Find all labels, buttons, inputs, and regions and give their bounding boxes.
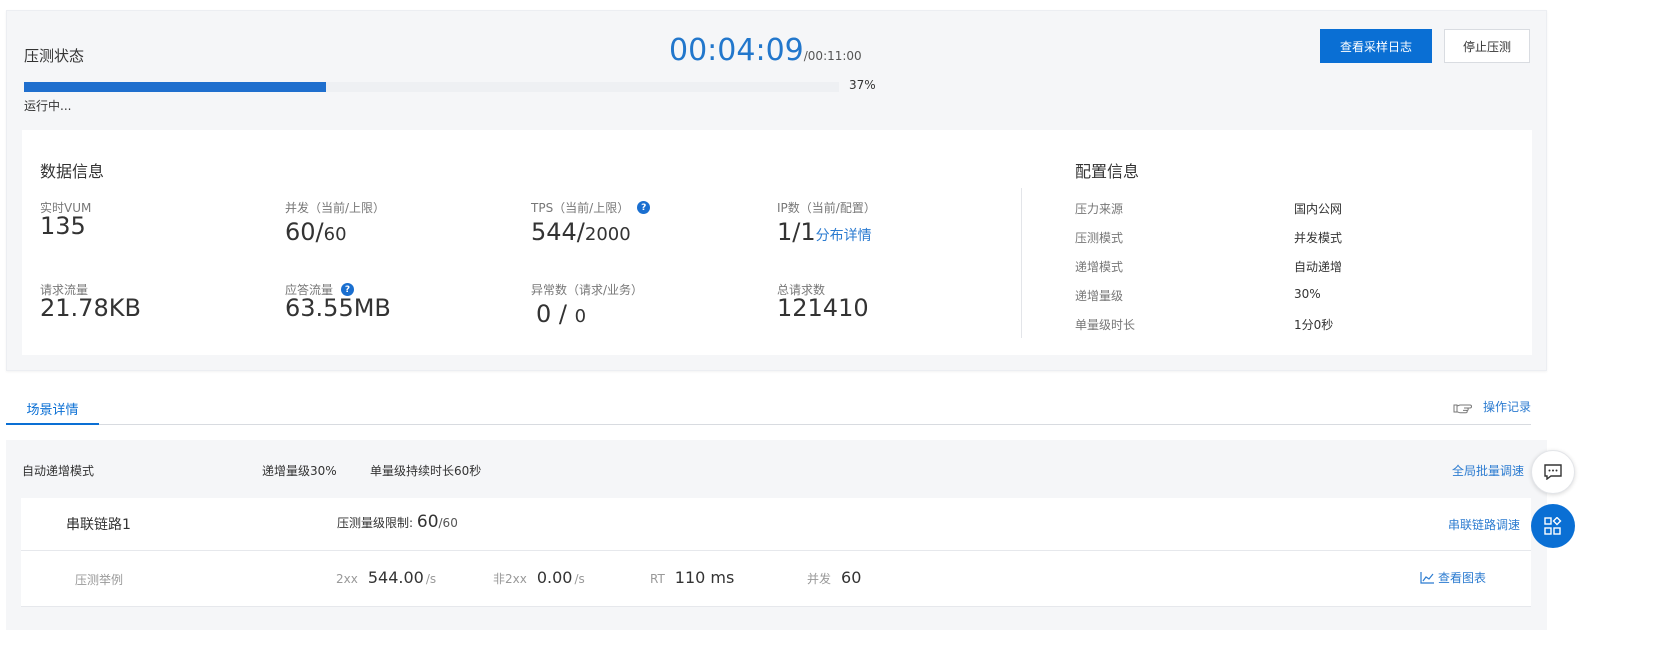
- chain-limit: 压测量级限制: 60/60: [337, 512, 458, 532]
- info-divider: [1021, 188, 1022, 338]
- concurrency-label: 并发（当前/上限）: [285, 201, 386, 215]
- data-info-title: 数据信息: [40, 162, 105, 181]
- tps-value: 544/2000: [531, 218, 631, 246]
- operation-log-link[interactable]: 操作记录: [1453, 398, 1531, 415]
- elapsed-timer: 00:04:09/00:11:00: [669, 33, 862, 68]
- api-name: 压测举例: [75, 573, 124, 587]
- config-label: 递增量级: [1075, 289, 1124, 303]
- concurrency-value: 60/60: [285, 218, 347, 246]
- tab-bar: 场景详情 操作记录: [6, 395, 1531, 425]
- info-card: 数据信息 实时VUM 135 并发（当前/上限） 60/60 TPS（当前/上限…: [22, 130, 1532, 355]
- distribution-detail-link[interactable]: 分布详情: [816, 228, 872, 244]
- chat-bubble-icon: [1544, 464, 1562, 480]
- tab-scene-detail[interactable]: 场景详情: [6, 395, 99, 425]
- apps-grid-icon: [1544, 517, 1562, 535]
- stat-rt: RT 110 ms: [650, 568, 735, 587]
- exceptions-value: 0 / 0: [536, 300, 587, 328]
- progress-bar: [24, 82, 839, 92]
- load-test-status-panel: 压测状态 00:04:09/00:11:00 37% 运行中... 查看采样日志…: [6, 10, 1547, 371]
- view-sampling-log-button[interactable]: 查看采样日志: [1320, 29, 1432, 63]
- level-duration: 单量级持续时长60秒: [370, 464, 482, 478]
- vum-value: 135: [40, 212, 86, 240]
- question-circle-icon[interactable]: ?: [637, 201, 651, 214]
- config-value: 1分0秒: [1294, 318, 1334, 332]
- config-info-title: 配置信息: [1075, 162, 1140, 181]
- increment-mode: 自动递增模式: [22, 464, 95, 478]
- ip-value: 1/1分布详情: [777, 218, 872, 246]
- timer-current: 00:04:09: [669, 33, 804, 68]
- config-value: 国内公网: [1294, 202, 1343, 216]
- response-traffic-value: 63.55MB: [285, 294, 391, 322]
- apps-button[interactable]: [1531, 504, 1575, 548]
- api-detail-row: 压测举例 2xx 544.00/s 非2xx 0.00/s RT 110 ms 并发 6…: [21, 551, 1531, 607]
- line-chart-icon: [1420, 571, 1434, 584]
- chain-row: 串联链路1 压测量级限制: 60/60 串联链路调速: [21, 498, 1531, 551]
- config-label: 压测模式: [1075, 231, 1124, 245]
- progress-fill: [24, 82, 326, 92]
- scene-panel: 自动递增模式 递增量级30% 单量级持续时长60秒 全局批量调速 串联链路1 压…: [6, 440, 1547, 630]
- view-chart-link[interactable]: 查看图表: [1420, 569, 1486, 586]
- stat-non2xx: 非2xx 0.00/s: [493, 568, 585, 587]
- status-title: 压测状态: [24, 47, 85, 65]
- chain-speed-link[interactable]: 串联链路调速: [1448, 516, 1520, 533]
- config-value: 并发模式: [1294, 231, 1343, 245]
- config-label: 单量级时长: [1075, 318, 1136, 332]
- stat-2xx: 2xx 544.00/s: [336, 568, 437, 587]
- tps-label: TPS（当前/上限）?: [531, 199, 651, 216]
- config-label: 递增模式: [1075, 260, 1124, 274]
- stat-concurrency: 并发 60: [807, 568, 862, 587]
- config-label: 压力来源: [1075, 202, 1124, 216]
- total-requests-value: 121410: [777, 294, 869, 322]
- exceptions-label: 异常数（请求/业务）: [531, 283, 644, 297]
- chat-button[interactable]: [1531, 450, 1575, 494]
- config-value: 自动递增: [1294, 260, 1343, 274]
- operation-log-label: 操作记录: [1482, 400, 1531, 414]
- chain-name: 串联链路1: [66, 517, 131, 533]
- progress-percent: 37%: [849, 78, 876, 92]
- ip-label: IP数（当前/配置）: [777, 201, 876, 215]
- global-batch-speed-link[interactable]: 全局批量调速: [1452, 462, 1524, 479]
- request-traffic-value: 21.78KB: [40, 294, 141, 322]
- timer-total: /00:11:00: [803, 49, 862, 63]
- mode-row: 自动递增模式 递增量级30% 单量级持续时长60秒 全局批量调速: [6, 440, 1547, 498]
- increment-level: 递增量级30%: [262, 464, 337, 478]
- run-state: 运行中...: [24, 99, 72, 113]
- pointing-hand-icon: [1453, 404, 1472, 413]
- stop-test-button[interactable]: 停止压测: [1444, 29, 1530, 63]
- view-chart-label: 查看图表: [1438, 571, 1487, 585]
- config-value: 30%: [1294, 287, 1321, 301]
